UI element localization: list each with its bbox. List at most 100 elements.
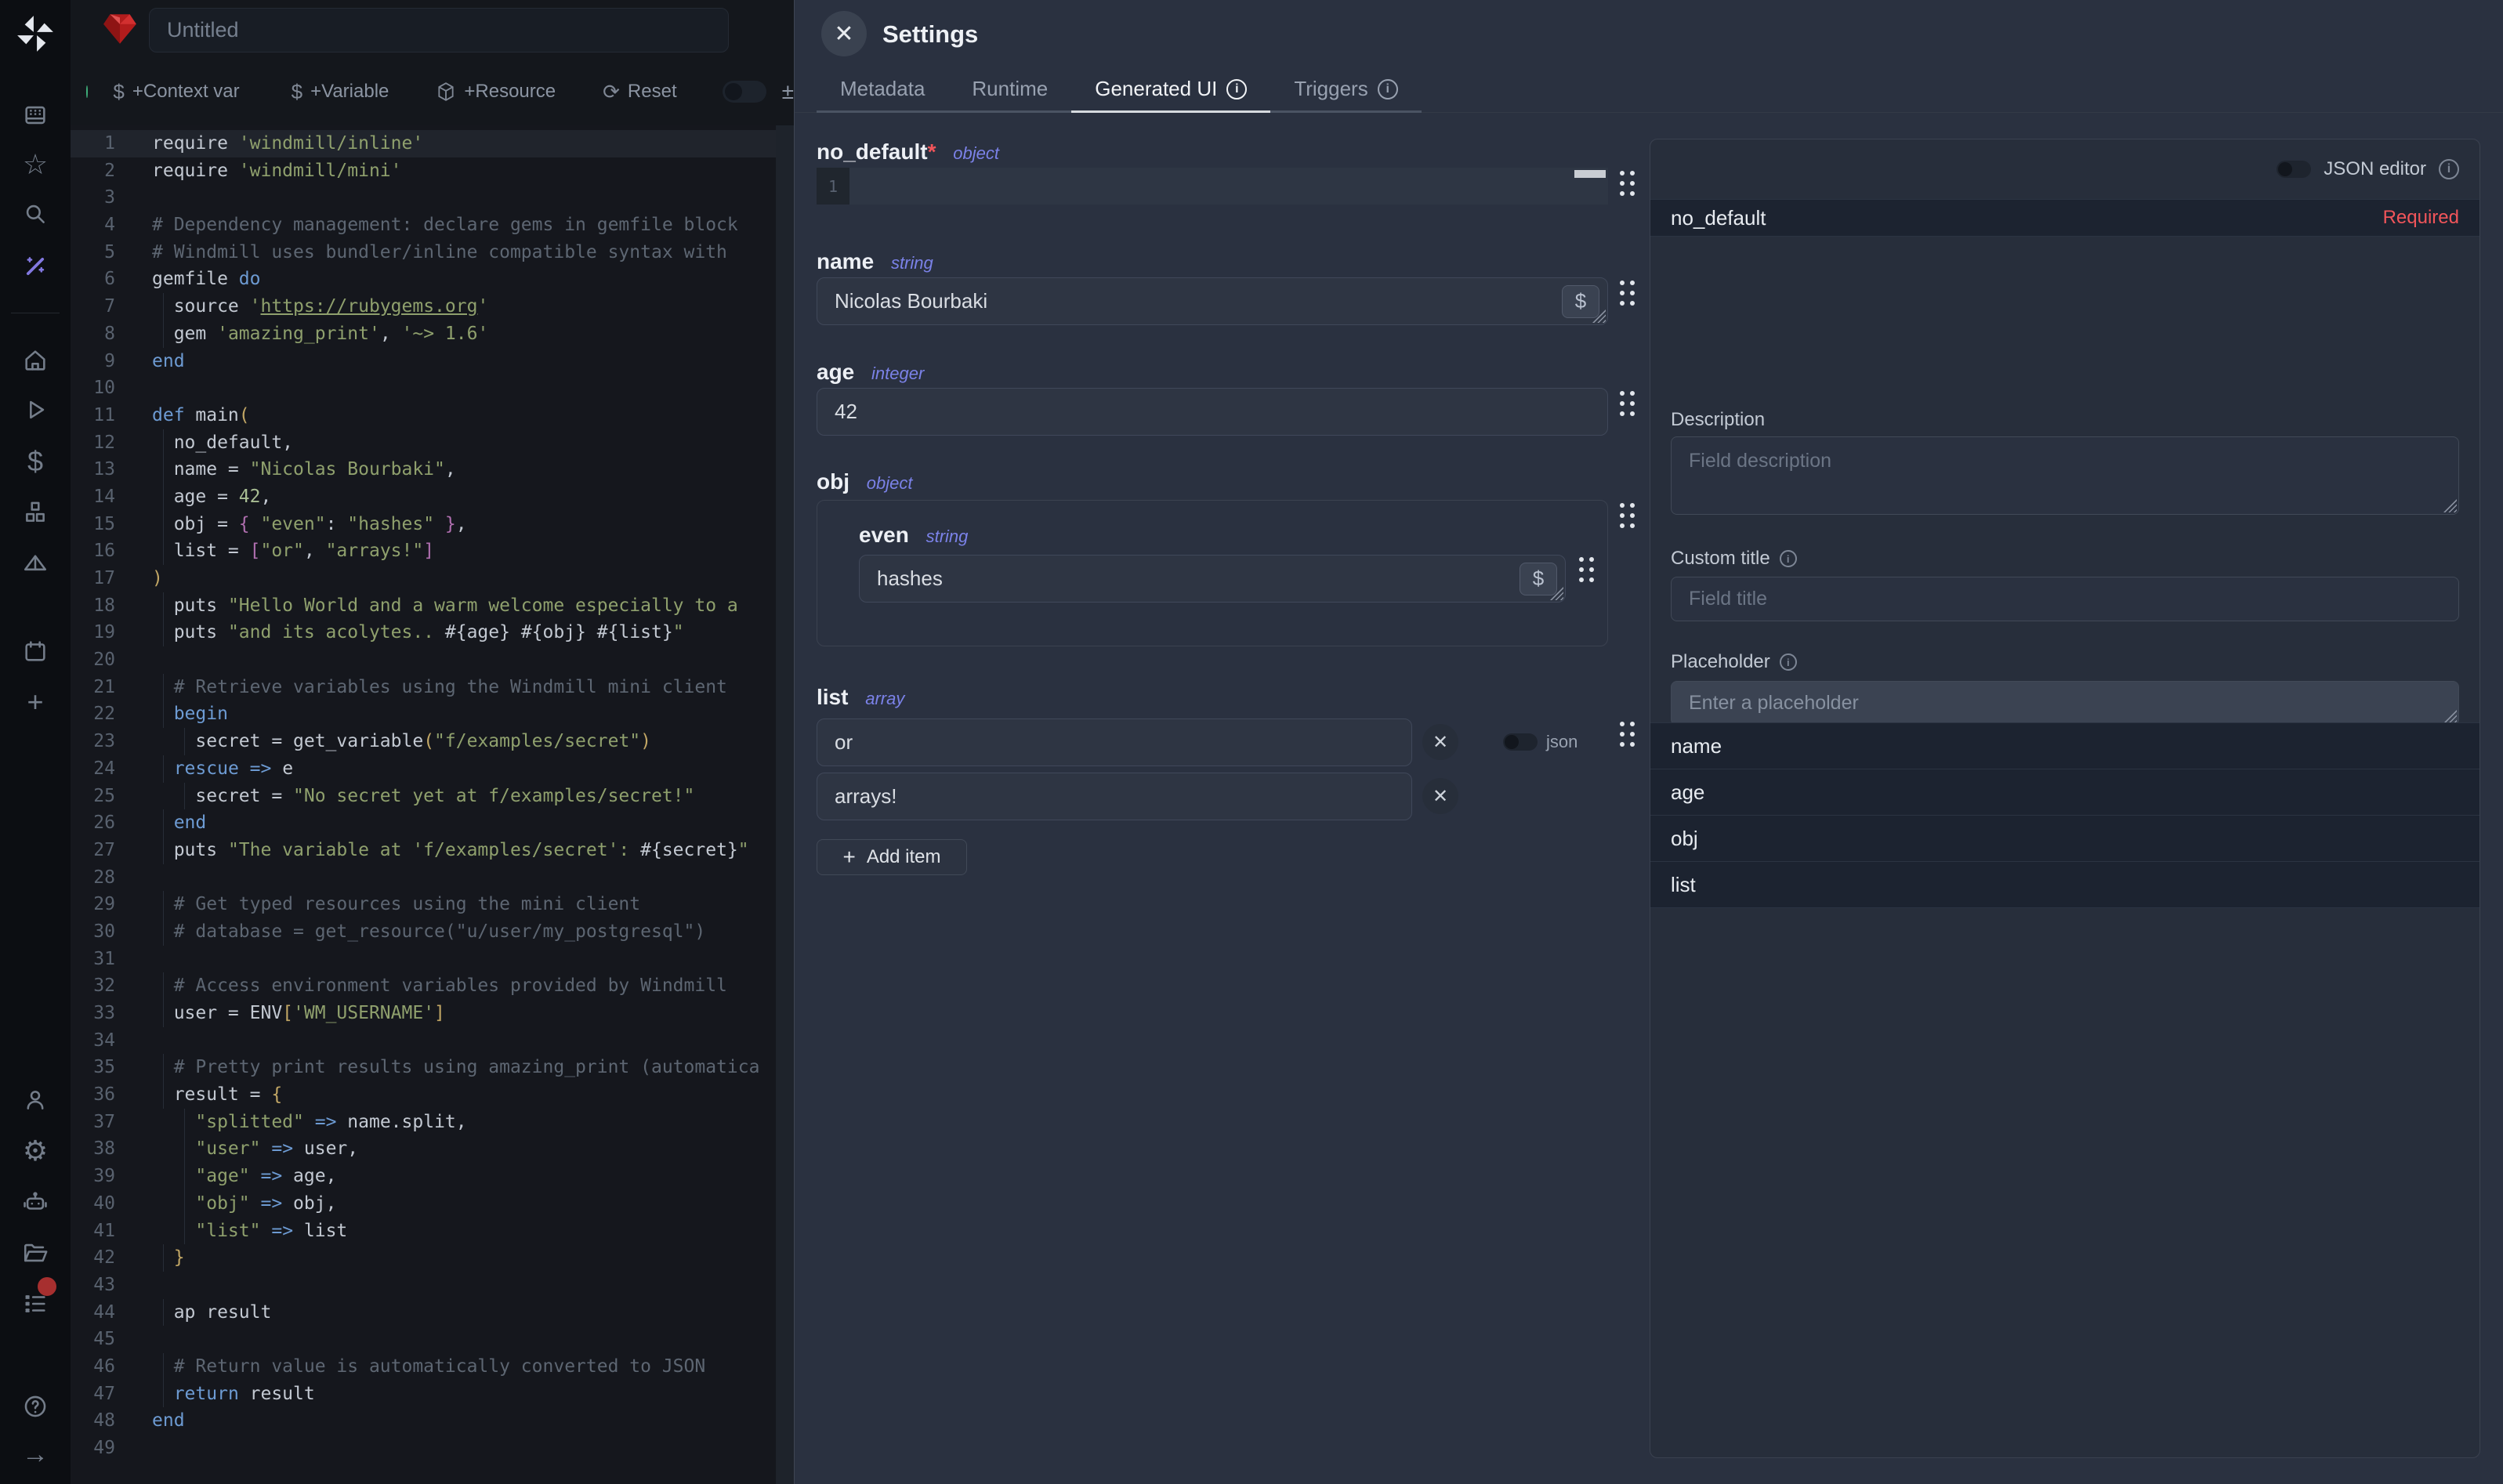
add-context-var-button[interactable]: $ +Context var	[113, 80, 239, 104]
settings-icon[interactable]: ⚙	[0, 1131, 71, 1171]
code-line[interactable]: 3	[71, 184, 794, 212]
add-variable-button[interactable]: $ +Variable	[292, 80, 389, 104]
code-line[interactable]: 48end	[71, 1407, 794, 1435]
code-line[interactable]: 38 "user" => user,	[71, 1135, 794, 1163]
code-line[interactable]: 6gemfile do	[71, 266, 794, 293]
code-line[interactable]: 5# Windmill uses bundler/inline compatib…	[71, 239, 794, 266]
code-line[interactable]: 16 list = ["or", "arrays!"]	[71, 537, 794, 565]
drag-handle-icon[interactable]	[1620, 281, 1635, 306]
schedules-icon[interactable]	[0, 631, 71, 671]
drag-handle-icon[interactable]	[1620, 391, 1635, 416]
code-line[interactable]: 42 }	[71, 1244, 794, 1272]
code-line[interactable]: 22 begin	[71, 700, 794, 728]
age-input[interactable]: 42	[817, 388, 1608, 436]
assistant-icon[interactable]	[0, 1182, 71, 1222]
code-line[interactable]: 19 puts "and its acolytes.. #{age} #{obj…	[71, 619, 794, 646]
ai-wand-icon[interactable]	[0, 246, 71, 287]
code-line[interactable]: 7 source 'https://rubygems.org'	[71, 293, 794, 320]
search-icon[interactable]	[0, 194, 71, 234]
description-textarea[interactable]: Field description	[1671, 436, 2459, 515]
drag-handle-icon[interactable]	[1620, 503, 1635, 528]
collapse-icon[interactable]: →	[0, 1434, 71, 1475]
code-line[interactable]: 37 "splitted" => name.split,	[71, 1109, 794, 1136]
code-line[interactable]: 44 ap result	[71, 1299, 794, 1327]
code-line[interactable]: 41 "list" => list	[71, 1218, 794, 1245]
field-row-obj[interactable]: obj	[1650, 816, 2479, 862]
mini-scrollbar[interactable]	[1574, 170, 1606, 178]
code-line[interactable]: 46 # Return value is automatically conve…	[71, 1353, 794, 1381]
add-item-button[interactable]: + Add item	[817, 839, 967, 875]
add-resource-button[interactable]: +Resource	[436, 81, 556, 103]
code-line[interactable]: 8 gem 'amazing_print', '~> 1.6'	[71, 320, 794, 348]
diff-toggle[interactable]	[723, 81, 766, 103]
code-line[interactable]: 11def main(	[71, 402, 794, 429]
code-line[interactable]: 1require 'windmill/inline'	[71, 130, 794, 157]
name-input[interactable]: Nicolas Bourbaki $	[817, 277, 1608, 325]
code-line[interactable]: 2require 'windmill/mini'	[71, 157, 794, 185]
selected-field-row[interactable]: no_default Required	[1650, 199, 2479, 237]
no-default-json-input[interactable]: 1	[817, 168, 1608, 205]
drag-handle-icon[interactable]	[1620, 171, 1635, 196]
tab-runtime[interactable]: Runtime	[948, 67, 1071, 113]
drag-handle-icon[interactable]	[1579, 557, 1595, 582]
tab-metadata[interactable]: Metadata	[817, 67, 948, 113]
variables-icon[interactable]: $	[0, 441, 71, 482]
folders-icon[interactable]	[0, 1232, 71, 1273]
reset-button[interactable]: ⟳ Reset	[603, 80, 677, 104]
field-row-list[interactable]: list	[1650, 862, 2479, 908]
list-item-input[interactable]: or	[817, 718, 1412, 766]
drag-handle-icon[interactable]	[1620, 722, 1635, 747]
favorites-icon[interactable]: ☆	[0, 144, 71, 185]
code-line[interactable]: 23 secret = get_variable("f/examples/sec…	[71, 728, 794, 755]
code-line[interactable]: 20	[71, 646, 794, 674]
code-line[interactable]: 36 result = {	[71, 1081, 794, 1109]
code-line[interactable]: 49	[71, 1435, 794, 1462]
code-line[interactable]: 24 rescue => e	[71, 755, 794, 783]
script-title-input[interactable]: Untitled	[149, 8, 729, 52]
code-line[interactable]: 35 # Pretty print results using amazing_…	[71, 1054, 794, 1081]
code-line[interactable]: 25 secret = "No secret yet at f/examples…	[71, 783, 794, 810]
json-toggle[interactable]	[1503, 733, 1538, 751]
placeholder-input[interactable]: Enter a placeholder	[1671, 681, 2459, 726]
json-editor-toggle[interactable]	[2277, 161, 2311, 178]
remove-item-icon[interactable]: ✕	[1422, 778, 1458, 814]
code-line[interactable]: 17)	[71, 565, 794, 592]
field-row-age[interactable]: age	[1650, 769, 2479, 816]
audit-list-icon[interactable]	[0, 1283, 71, 1324]
code-line[interactable]: 14 age = 42,	[71, 483, 794, 511]
resources-icon[interactable]	[0, 492, 71, 533]
code-line[interactable]: 10	[71, 375, 794, 402]
resize-handle[interactable]	[2443, 499, 2457, 512]
code-line[interactable]: 13 name = "Nicolas Bourbaki",	[71, 456, 794, 483]
code-editor[interactable]: 1require 'windmill/inline'2require 'wind…	[71, 125, 794, 1484]
tab-generated-ui[interactable]: Generated UI i	[1071, 67, 1270, 113]
windmill-logo-icon[interactable]	[16, 14, 55, 53]
code-line[interactable]: 32 # Access environment variables provid…	[71, 972, 794, 1000]
code-line[interactable]: 28	[71, 864, 794, 892]
tab-triggers[interactable]: Triggers i	[1270, 67, 1421, 113]
schemas-icon[interactable]	[0, 543, 71, 584]
code-line[interactable]: 12 no_default,	[71, 429, 794, 457]
code-line[interactable]: 18 puts "Hello World and a warm welcome …	[71, 592, 794, 620]
custom-title-input[interactable]: Field title	[1671, 577, 2459, 621]
editor-scrollbar[interactable]	[776, 125, 794, 1484]
code-line[interactable]: 45	[71, 1326, 794, 1353]
add-icon[interactable]: +	[0, 682, 71, 722]
code-line[interactable]: 9end	[71, 348, 794, 375]
code-line[interactable]: 21 # Retrieve variables using the Windmi…	[71, 674, 794, 701]
close-icon[interactable]: ✕	[821, 11, 867, 56]
field-row-name[interactable]: name	[1650, 723, 2479, 769]
code-line[interactable]: 34	[71, 1027, 794, 1055]
code-line[interactable]: 26 end	[71, 809, 794, 837]
insert-variable-button[interactable]: $	[1520, 563, 1557, 595]
code-line[interactable]: 47 return result	[71, 1381, 794, 1408]
code-line[interactable]: 40 "obj" => obj,	[71, 1190, 794, 1218]
even-input[interactable]: hashes $	[859, 555, 1566, 603]
code-line[interactable]: 4# Dependency management: declare gems i…	[71, 212, 794, 239]
list-item-input[interactable]: arrays!	[817, 773, 1412, 820]
code-line[interactable]: 27 puts "The variable at 'f/examples/sec…	[71, 837, 794, 864]
resize-handle[interactable]	[2443, 710, 2457, 723]
code-line[interactable]: 30 # database = get_resource("u/user/my_…	[71, 918, 794, 946]
code-line[interactable]: 33 user = ENV['WM_USERNAME']	[71, 1000, 794, 1027]
plus-minus-icon[interactable]: ±	[782, 79, 794, 104]
